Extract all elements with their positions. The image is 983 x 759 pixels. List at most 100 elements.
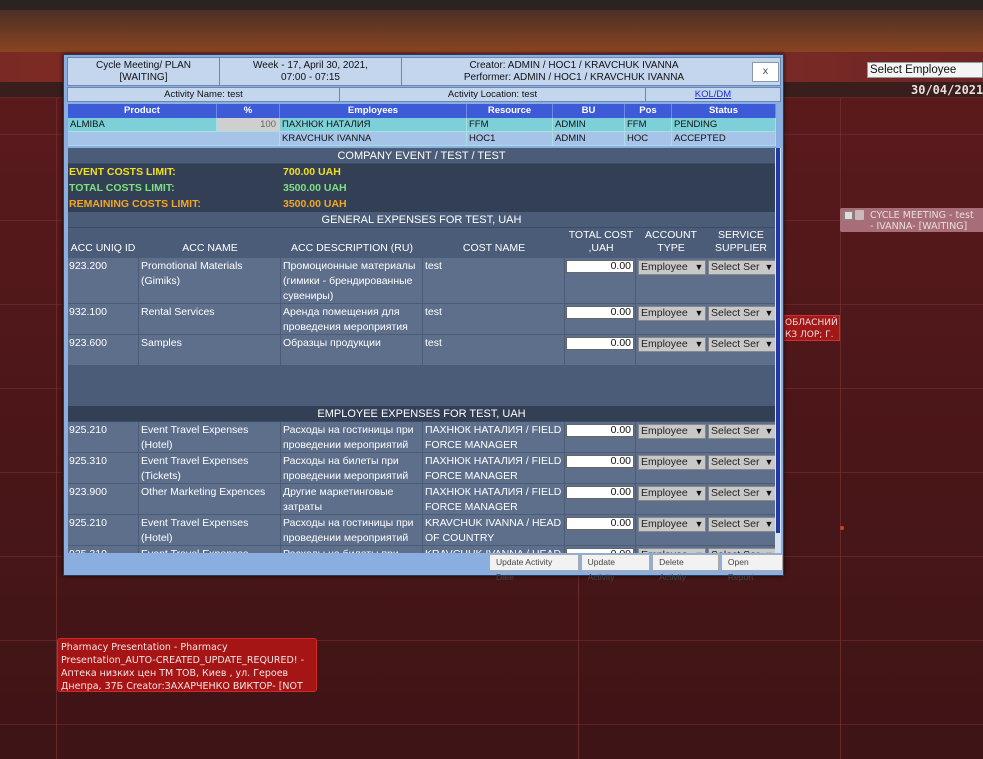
cell-divider xyxy=(635,515,636,546)
trash-icon[interactable] xyxy=(855,210,864,220)
column-header-acc-name: ACC NAME xyxy=(182,242,238,254)
supplier-value: Select Ser xyxy=(711,518,760,530)
total-cost-input[interactable]: 0.00 xyxy=(566,548,634,553)
acc-description: Расходы на билеты при проведении меропри… xyxy=(283,547,423,553)
limit-label: REMAINING COSTS LIMIT: xyxy=(69,198,201,210)
account-type-select[interactable]: Employee ▼ xyxy=(638,260,706,275)
acc-description: Расходы на гостиницы при проведении меро… xyxy=(283,424,414,451)
cost-name: test xyxy=(425,260,442,272)
account-type-select[interactable]: Employee ▼ xyxy=(638,486,706,501)
cell-divider xyxy=(635,422,636,453)
column-header-account-type: ACCOUNT TYPE xyxy=(636,229,706,255)
update-activity-date-button[interactable]: Update Activity Date xyxy=(489,554,579,582)
supplier-value: Select Ser xyxy=(711,261,760,273)
total-cost-input[interactable]: 0.00 xyxy=(566,486,634,499)
account-type-value: Employee xyxy=(641,338,688,350)
activity-week: Week - 17, April 30, 2021, xyxy=(253,60,368,71)
cell-divider xyxy=(422,515,423,546)
event-checkbox[interactable] xyxy=(844,211,853,220)
supplier-value: Select Ser xyxy=(711,338,760,350)
total-cost-input[interactable]: 0.00 xyxy=(566,306,634,319)
chevron-down-icon: ▼ xyxy=(764,262,774,272)
service-supplier-select[interactable]: Select Ser ▼ xyxy=(708,306,775,321)
column-header-bu: BU xyxy=(553,104,625,118)
chevron-down-icon: ▼ xyxy=(764,426,774,436)
cell-divider xyxy=(138,484,139,515)
account-type-select[interactable]: Employee ▼ xyxy=(638,455,706,470)
cost-name: ПАХНЮК НАТАЛИЯ / FIELD FORCE MANAGER xyxy=(425,486,562,513)
account-type-select[interactable]: Employee ▼ xyxy=(638,517,706,532)
chevron-down-icon: ▼ xyxy=(694,262,704,272)
column-header-product: Product xyxy=(68,104,217,118)
service-supplier-select[interactable]: Select Ser ▼ xyxy=(708,337,775,352)
service-supplier-select[interactable]: Select Ser ▼ xyxy=(708,260,775,275)
acc-name: Event Travel Expenses (Hotel) xyxy=(141,517,249,544)
modal-footer-buttons: Update Activity Date Update Activity Del… xyxy=(489,554,783,582)
column-header-percent: % xyxy=(217,104,280,118)
calendar-event-pharmacy[interactable]: Pharmacy Presentation - Pharmacy Present… xyxy=(57,638,317,692)
total-cost-input[interactable]: 0.00 xyxy=(566,260,634,273)
select-employee-dropdown[interactable]: Select Employee xyxy=(867,62,983,78)
total-cost-input[interactable]: 0.00 xyxy=(566,424,634,437)
limit-row-event: EVENT COSTS LIMIT: 700.00 UAH xyxy=(68,164,775,180)
limit-value: 700.00 UAH xyxy=(283,166,341,178)
service-supplier-select[interactable]: Select Ser ▼ xyxy=(708,486,775,501)
delete-activity-button[interactable]: Delete Activity xyxy=(652,554,719,582)
update-activity-button[interactable]: Update Activity xyxy=(580,554,651,582)
account-type-select[interactable]: Employee ▼ xyxy=(638,548,706,553)
service-supplier-select[interactable]: Select Ser ▼ xyxy=(708,548,775,553)
expenses-scrollbar[interactable] xyxy=(775,148,781,553)
employee-expenses-title: EMPLOYEE EXPENSES FOR TEST, UAH xyxy=(68,406,775,422)
employee-bu: ADMIN xyxy=(553,132,625,146)
employee-resource: FFM xyxy=(467,118,553,132)
total-cost-input[interactable]: 0.00 xyxy=(566,455,634,468)
calendar-column-divider xyxy=(840,98,841,759)
cell-divider xyxy=(635,258,636,304)
close-button[interactable]: x xyxy=(752,62,779,82)
product-table: Product % ALMIBA 100 xyxy=(68,104,280,146)
account-type-select[interactable]: Employee ▼ xyxy=(638,424,706,439)
supplier-value: Select Ser xyxy=(711,549,759,553)
service-supplier-select[interactable]: Select Ser ▼ xyxy=(708,424,775,439)
cell-divider xyxy=(564,258,565,304)
header-line: SERVICE xyxy=(718,229,764,241)
app-top-line xyxy=(0,0,983,10)
cell-divider xyxy=(280,258,281,304)
total-cost-input[interactable]: 0.00 xyxy=(566,337,634,350)
employee-resource: HOC1 xyxy=(467,132,553,146)
calendar-event-cycle-meeting[interactable]: CYCLE MEETING - test - IVANNA- [WAITING] xyxy=(840,208,983,232)
kol-dm-link[interactable]: KOL/DM xyxy=(695,89,731,100)
cell-divider xyxy=(635,484,636,515)
service-supplier-select[interactable]: Select Ser ▼ xyxy=(708,517,775,532)
column-header-supplier: SERVICE SUPPLIER xyxy=(706,229,775,255)
total-cost-input[interactable]: 0.00 xyxy=(566,517,634,530)
limit-value: 3500.00 UAH xyxy=(283,198,347,210)
header-line: TOTAL COST xyxy=(568,229,634,241)
acc-id: 925.210 xyxy=(69,517,107,529)
employee-bu: ADMIN xyxy=(553,118,625,132)
service-supplier-select[interactable]: Select Ser ▼ xyxy=(708,455,775,470)
open-report-button[interactable]: Open Report xyxy=(720,554,783,582)
cell-divider xyxy=(138,422,139,453)
cell-divider xyxy=(280,546,281,553)
acc-description: Образцы продукции xyxy=(283,337,381,349)
expenses-scroll-area[interactable]: COMPANY EVENT / TEST / TEST EVENT COSTS … xyxy=(68,148,775,553)
limit-row-total: TOTAL COSTS LIMIT: 3500.00 UAH xyxy=(68,180,775,196)
product-row-empty xyxy=(68,132,280,146)
limit-row-remaining: REMAINING COSTS LIMIT: 3500.00 UAH xyxy=(68,196,775,212)
calendar-event-red[interactable]: ОБЛАСНИЙ КЗ ЛОР; Г. xyxy=(782,315,840,341)
account-type-value: Employee xyxy=(641,518,688,530)
account-type-select[interactable]: Employee ▼ xyxy=(638,306,706,321)
limit-label: EVENT COSTS LIMIT: xyxy=(69,166,176,178)
account-type-select[interactable]: Employee ▼ xyxy=(638,337,706,352)
cell-divider xyxy=(138,546,139,553)
product-percent-input[interactable]: 100 xyxy=(217,118,280,132)
scrollbar-thumb[interactable] xyxy=(776,148,780,533)
empty-cell xyxy=(68,132,280,146)
supplier-value: Select Ser xyxy=(711,456,760,468)
chevron-down-icon: ▼ xyxy=(694,488,704,498)
header-line: SUPPLIER xyxy=(715,242,767,254)
employee-status: ACCEPTED xyxy=(672,132,776,146)
cell-divider xyxy=(280,484,281,515)
cell-divider xyxy=(280,422,281,453)
